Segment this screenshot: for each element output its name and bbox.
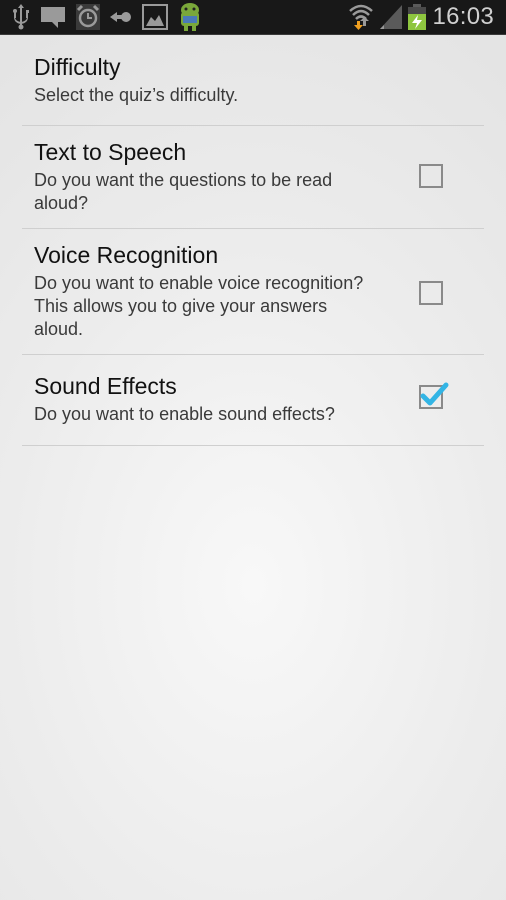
android-icon xyxy=(178,2,202,32)
wifi-icon xyxy=(348,3,374,31)
image-icon xyxy=(142,4,168,30)
voice-recognition-checkbox[interactable] xyxy=(419,281,443,305)
preference-title: Voice Recognition xyxy=(34,242,219,268)
preference-voice-recognition[interactable]: Voice Recognition Do you want to enable … xyxy=(22,229,484,355)
preference-sound-effects[interactable]: Sound Effects Do you want to enable soun… xyxy=(22,355,484,446)
back-arrow-icon xyxy=(110,10,132,24)
sound-effects-checkbox[interactable] xyxy=(419,382,449,409)
battery-charging-icon xyxy=(408,4,427,30)
preferences-list: Difficulty Select the quiz’s difficulty.… xyxy=(22,36,484,446)
message-icon xyxy=(40,4,66,30)
signal-icon xyxy=(380,5,403,29)
system-indicators: 16:03 xyxy=(348,0,506,35)
checkmark-icon xyxy=(420,382,449,406)
preference-text-to-speech[interactable]: Text to Speech Do you want the questions… xyxy=(22,126,484,229)
preference-title: Sound Effects xyxy=(34,373,177,399)
preference-title: Text to Speech xyxy=(34,139,187,165)
preference-summary: Select the quiz’s difficulty. xyxy=(34,85,239,105)
preference-summary: Do you want to enable sound effects? xyxy=(34,404,335,424)
status-bar: 16:03 xyxy=(0,0,506,35)
text-to-speech-checkbox[interactable] xyxy=(419,164,443,188)
preference-difficulty[interactable]: Difficulty Select the quiz’s difficulty. xyxy=(22,36,484,126)
notification-icons xyxy=(0,0,202,35)
usb-icon xyxy=(12,4,30,30)
alarm-icon xyxy=(76,4,100,30)
clock: 16:03 xyxy=(432,3,494,30)
preference-summary: Do you want to enable voice recognition?… xyxy=(34,273,364,339)
preference-summary: Do you want the questions to be read alo… xyxy=(34,170,333,213)
preference-title: Difficulty xyxy=(34,54,121,80)
